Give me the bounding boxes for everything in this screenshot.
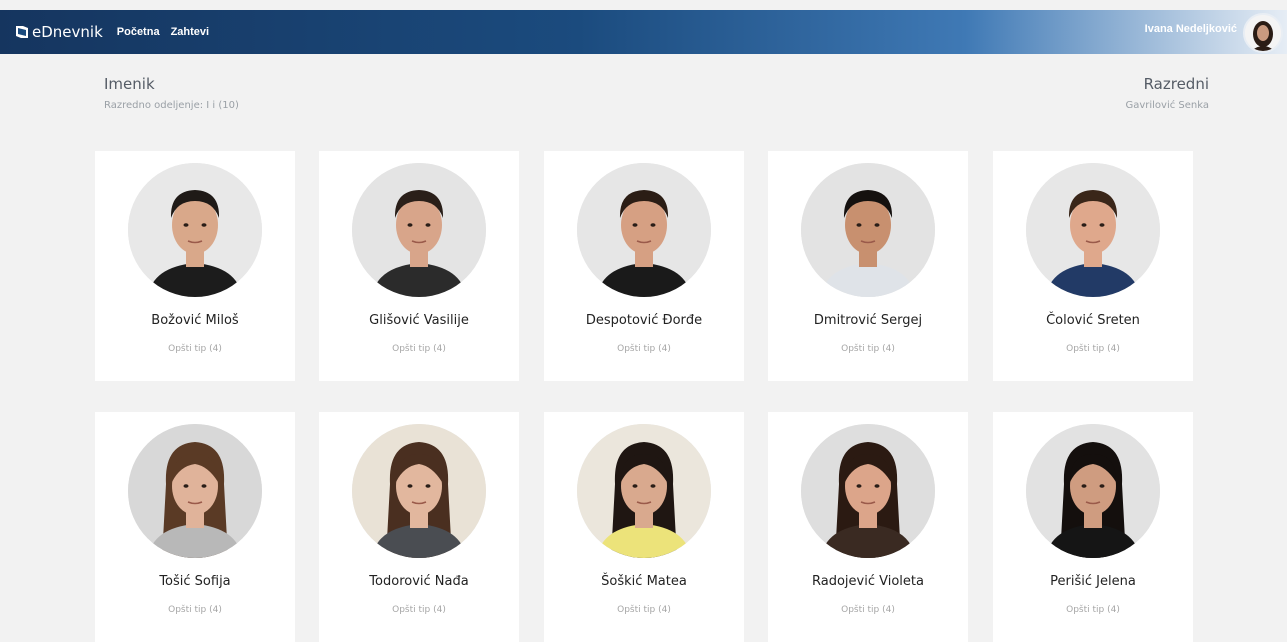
top-navbar: eDnevnik Početna Zahtevi Ivana Nedeljkov…: [0, 10, 1287, 54]
student-program: Opšti tip (4): [841, 344, 895, 354]
student-name: Tošić Sofija: [159, 574, 231, 589]
student-program: Opšti tip (4): [617, 605, 671, 615]
student-photo: [128, 163, 262, 297]
student-card[interactable]: Radojević Violeta Opšti tip (4): [768, 412, 968, 642]
student-name: Radojević Violeta: [812, 574, 924, 589]
student-name: Despotović Đorđe: [585, 313, 703, 328]
student-card[interactable]: Šoškić Matea Opšti tip (4): [544, 412, 744, 642]
student-program: Opšti tip (4): [168, 605, 222, 615]
student-program: Opšti tip (4): [392, 344, 446, 354]
student-photo: [801, 424, 935, 558]
student-card[interactable]: Todorović Nađa Opšti tip (4): [319, 412, 519, 642]
nav-item-zahtevi[interactable]: Zahtevi: [171, 26, 210, 38]
student-photo: [352, 424, 486, 558]
student-program: Opšti tip (4): [617, 344, 671, 354]
main-nav: Početna Zahtevi: [117, 26, 220, 38]
student-name: Todorović Nađa: [369, 574, 469, 589]
student-program: Opšti tip (4): [1066, 344, 1120, 354]
class-teacher-label: Razredni: [1143, 75, 1209, 93]
student-card[interactable]: Božović Miloš Opšti tip (4): [95, 151, 295, 381]
student-name: Čolović Sreten: [1046, 313, 1140, 328]
class-teacher-info: Razredni Gavrilović Senka: [1125, 75, 1209, 111]
student-card[interactable]: Glišović Vasilije Opšti tip (4): [319, 151, 519, 381]
student-card[interactable]: Dmitrović Sergej Opšti tip (4): [768, 151, 968, 381]
student-program: Opšti tip (4): [392, 605, 446, 615]
student-program: Opšti tip (4): [1066, 605, 1120, 615]
student-card[interactable]: Perišić Jelena Opšti tip (4): [993, 412, 1193, 642]
brand-link[interactable]: eDnevnik: [14, 23, 103, 41]
student-photo: [128, 424, 262, 558]
class-teacher-name: Gavrilović Senka: [1125, 100, 1209, 111]
student-name: Perišić Jelena: [1050, 574, 1136, 589]
student-name: Božović Miloš: [151, 313, 239, 328]
user-avatar[interactable]: [1243, 13, 1283, 53]
student-photo: [352, 163, 486, 297]
student-name: Šoškić Matea: [601, 574, 687, 589]
student-photo: [577, 424, 711, 558]
student-photo: [577, 163, 711, 297]
student-name: Glišović Vasilije: [369, 313, 469, 328]
student-name: Dmitrović Sergej: [813, 313, 923, 328]
student-photo: [1026, 163, 1160, 297]
student-program: Opšti tip (4): [841, 605, 895, 615]
class-subtitle: Razredno odeljenje: I i (10): [104, 100, 239, 111]
student-card[interactable]: Čolović Sreten Opšti tip (4): [993, 151, 1193, 381]
page-header: Imenik Razredno odeljenje: I i (10): [104, 75, 239, 111]
nav-item-pocetna[interactable]: Početna: [117, 26, 160, 38]
book-icon: [16, 26, 28, 38]
brand-name: eDnevnik: [32, 23, 103, 41]
student-photo: [1026, 424, 1160, 558]
student-program: Opšti tip (4): [168, 344, 222, 354]
page-title: Imenik: [104, 75, 155, 93]
student-card[interactable]: Tošić Sofija Opšti tip (4): [95, 412, 295, 642]
user-name-link[interactable]: Ivana Nedeljković: [1145, 23, 1237, 35]
user-photo: [1245, 15, 1281, 51]
student-card[interactable]: Despotović Đorđe Opšti tip (4): [544, 151, 744, 381]
student-photo: [801, 163, 935, 297]
